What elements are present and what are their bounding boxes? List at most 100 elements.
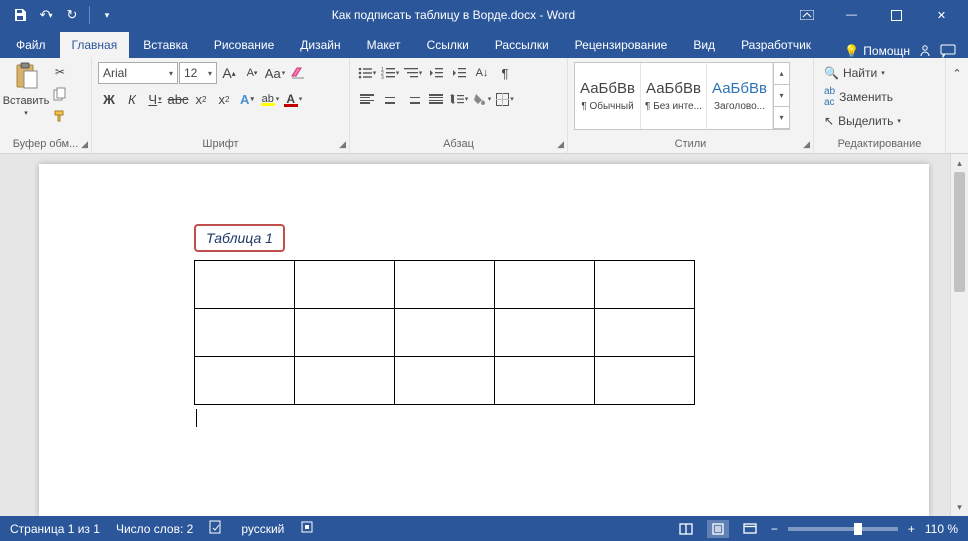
view-web-icon[interactable] xyxy=(739,520,761,538)
status-page[interactable]: Страница 1 из 1 xyxy=(10,522,100,536)
scroll-thumb[interactable] xyxy=(954,172,965,292)
cursor-icon: ↖ xyxy=(824,114,834,128)
style-heading1[interactable]: АаБбВв Заголово... xyxy=(707,63,773,129)
document-table[interactable] xyxy=(194,260,695,405)
align-right-icon[interactable] xyxy=(402,88,424,110)
tab-file[interactable]: Файл xyxy=(4,32,58,58)
maximize-icon[interactable] xyxy=(874,0,919,30)
status-bar: Страница 1 из 1 Число слов: 2 русский − … xyxy=(0,516,968,541)
close-icon[interactable]: ✕ xyxy=(919,0,964,30)
group-font: Arial▾ 12▾ A▴ A▾ Aa Ж К Ч abc x2 x2 A ab… xyxy=(92,58,350,153)
vertical-scrollbar[interactable]: ▴ ▾ xyxy=(950,154,968,516)
redo-icon[interactable]: ↻ xyxy=(60,3,84,27)
document-area: Таблица 1 ▴ ▾ xyxy=(0,154,968,516)
shading-icon[interactable] xyxy=(471,88,493,110)
numbering-icon[interactable]: 123 xyxy=(379,62,401,84)
multilevel-list-icon[interactable] xyxy=(402,62,424,84)
undo-icon[interactable]: ↶▾ xyxy=(34,3,58,27)
status-language[interactable]: русский xyxy=(241,522,284,536)
increase-indent-icon[interactable] xyxy=(448,62,470,84)
italic-icon[interactable]: К xyxy=(121,88,143,110)
qat-customize-icon[interactable]: ▾ xyxy=(95,3,119,27)
collapse-ribbon-icon[interactable]: ⌃ xyxy=(946,62,968,84)
tab-developer[interactable]: Разработчик xyxy=(729,32,823,58)
zoom-level[interactable]: 110 % xyxy=(925,522,958,536)
styles-gallery[interactable]: АаБбВв ¶ Обычный АаБбВв ¶ Без инте... Аа… xyxy=(574,62,790,130)
table-row[interactable] xyxy=(195,357,695,405)
decrease-indent-icon[interactable] xyxy=(425,62,447,84)
table-caption[interactable]: Таблица 1 xyxy=(194,224,285,252)
zoom-out-icon[interactable]: − xyxy=(771,522,778,536)
document-title: Как подписать таблицу в Ворде.docx - Wor… xyxy=(123,8,784,22)
paste-button[interactable]: Вставить ▾ xyxy=(6,62,46,117)
scroll-up-icon[interactable]: ▴ xyxy=(951,154,968,172)
svg-text:3: 3 xyxy=(381,75,384,79)
style-no-spacing[interactable]: АаБбВв ¶ Без инте... xyxy=(641,63,707,129)
show-marks-icon[interactable]: ¶ xyxy=(494,62,516,84)
tell-me[interactable]: 💡Помощн xyxy=(844,44,910,58)
ribbon: Вставить ▾ ✂ Буфер обм... ◢ Arial▾ 12▾ A… xyxy=(0,58,968,154)
strikethrough-icon[interactable]: abc xyxy=(167,88,189,110)
change-case-icon[interactable]: Aa xyxy=(264,62,286,84)
shrink-font-icon[interactable]: A▾ xyxy=(241,62,263,84)
table-row[interactable] xyxy=(195,261,695,309)
comments-icon[interactable] xyxy=(940,44,956,58)
clipboard-launcher-icon[interactable]: ◢ xyxy=(81,139,88,150)
view-read-icon[interactable] xyxy=(675,520,697,538)
ribbon-options-icon[interactable] xyxy=(784,0,829,30)
bold-icon[interactable]: Ж xyxy=(98,88,120,110)
tab-view[interactable]: Вид xyxy=(681,32,727,58)
highlight-icon[interactable]: ab xyxy=(259,88,281,110)
select-button[interactable]: ↖Выделить▾ xyxy=(820,112,905,130)
macro-record-icon[interactable] xyxy=(300,520,314,537)
cut-icon[interactable]: ✂ xyxy=(50,62,70,82)
line-spacing-icon[interactable] xyxy=(448,88,470,110)
status-word-count[interactable]: Число слов: 2 xyxy=(116,522,193,536)
align-left-icon[interactable] xyxy=(356,88,378,110)
borders-icon[interactable] xyxy=(494,88,516,110)
style-normal[interactable]: АаБбВв ¶ Обычный xyxy=(575,63,641,129)
scroll-down-icon[interactable]: ▾ xyxy=(951,498,968,516)
page[interactable]: Таблица 1 xyxy=(39,164,929,516)
styles-launcher-icon[interactable]: ◢ xyxy=(803,139,810,150)
font-color-icon[interactable]: A xyxy=(282,88,304,110)
font-name-combo[interactable]: Arial▾ xyxy=(98,62,178,84)
tab-home[interactable]: Главная xyxy=(60,32,130,58)
zoom-in-icon[interactable]: + xyxy=(908,522,915,536)
bullets-icon[interactable] xyxy=(356,62,378,84)
tab-design[interactable]: Дизайн xyxy=(288,32,352,58)
clear-formatting-icon[interactable] xyxy=(287,62,309,84)
underline-icon[interactable]: Ч xyxy=(144,88,166,110)
window-controls: — ✕ xyxy=(784,0,964,30)
font-size-combo[interactable]: 12▾ xyxy=(179,62,217,84)
table-row[interactable] xyxy=(195,309,695,357)
share-icon[interactable] xyxy=(918,44,932,58)
subscript-icon[interactable]: x2 xyxy=(190,88,212,110)
save-icon[interactable] xyxy=(8,3,32,27)
spellcheck-icon[interactable] xyxy=(209,520,225,537)
format-painter-icon[interactable] xyxy=(50,106,70,126)
replace-button[interactable]: abacЗаменить xyxy=(820,84,905,110)
align-center-icon[interactable] xyxy=(379,88,401,110)
tab-layout[interactable]: Макет xyxy=(355,32,413,58)
group-paragraph-label: Абзац xyxy=(356,136,561,153)
font-launcher-icon[interactable]: ◢ xyxy=(339,139,346,150)
view-print-icon[interactable] xyxy=(707,520,729,538)
tab-draw[interactable]: Рисование xyxy=(202,32,286,58)
zoom-slider[interactable] xyxy=(788,527,898,531)
superscript-icon[interactable]: x2 xyxy=(213,88,235,110)
paragraph-launcher-icon[interactable]: ◢ xyxy=(557,139,564,150)
justify-icon[interactable] xyxy=(425,88,447,110)
grow-font-icon[interactable]: A▴ xyxy=(218,62,240,84)
tab-review[interactable]: Рецензирование xyxy=(563,32,680,58)
ribbon-tabs: Файл Главная Вставка Рисование Дизайн Ма… xyxy=(0,30,968,58)
text-effects-icon[interactable]: A xyxy=(236,88,258,110)
tab-mailings[interactable]: Рассылки xyxy=(483,32,561,58)
sort-icon[interactable]: A↓ xyxy=(471,62,493,84)
tab-references[interactable]: Ссылки xyxy=(415,32,481,58)
find-button[interactable]: 🔍Найти▾ xyxy=(820,64,905,82)
copy-icon[interactable] xyxy=(50,84,70,104)
styles-scroll[interactable]: ▴▾▾ xyxy=(773,63,789,129)
tab-insert[interactable]: Вставка xyxy=(131,32,200,58)
minimize-icon[interactable]: — xyxy=(829,0,874,30)
